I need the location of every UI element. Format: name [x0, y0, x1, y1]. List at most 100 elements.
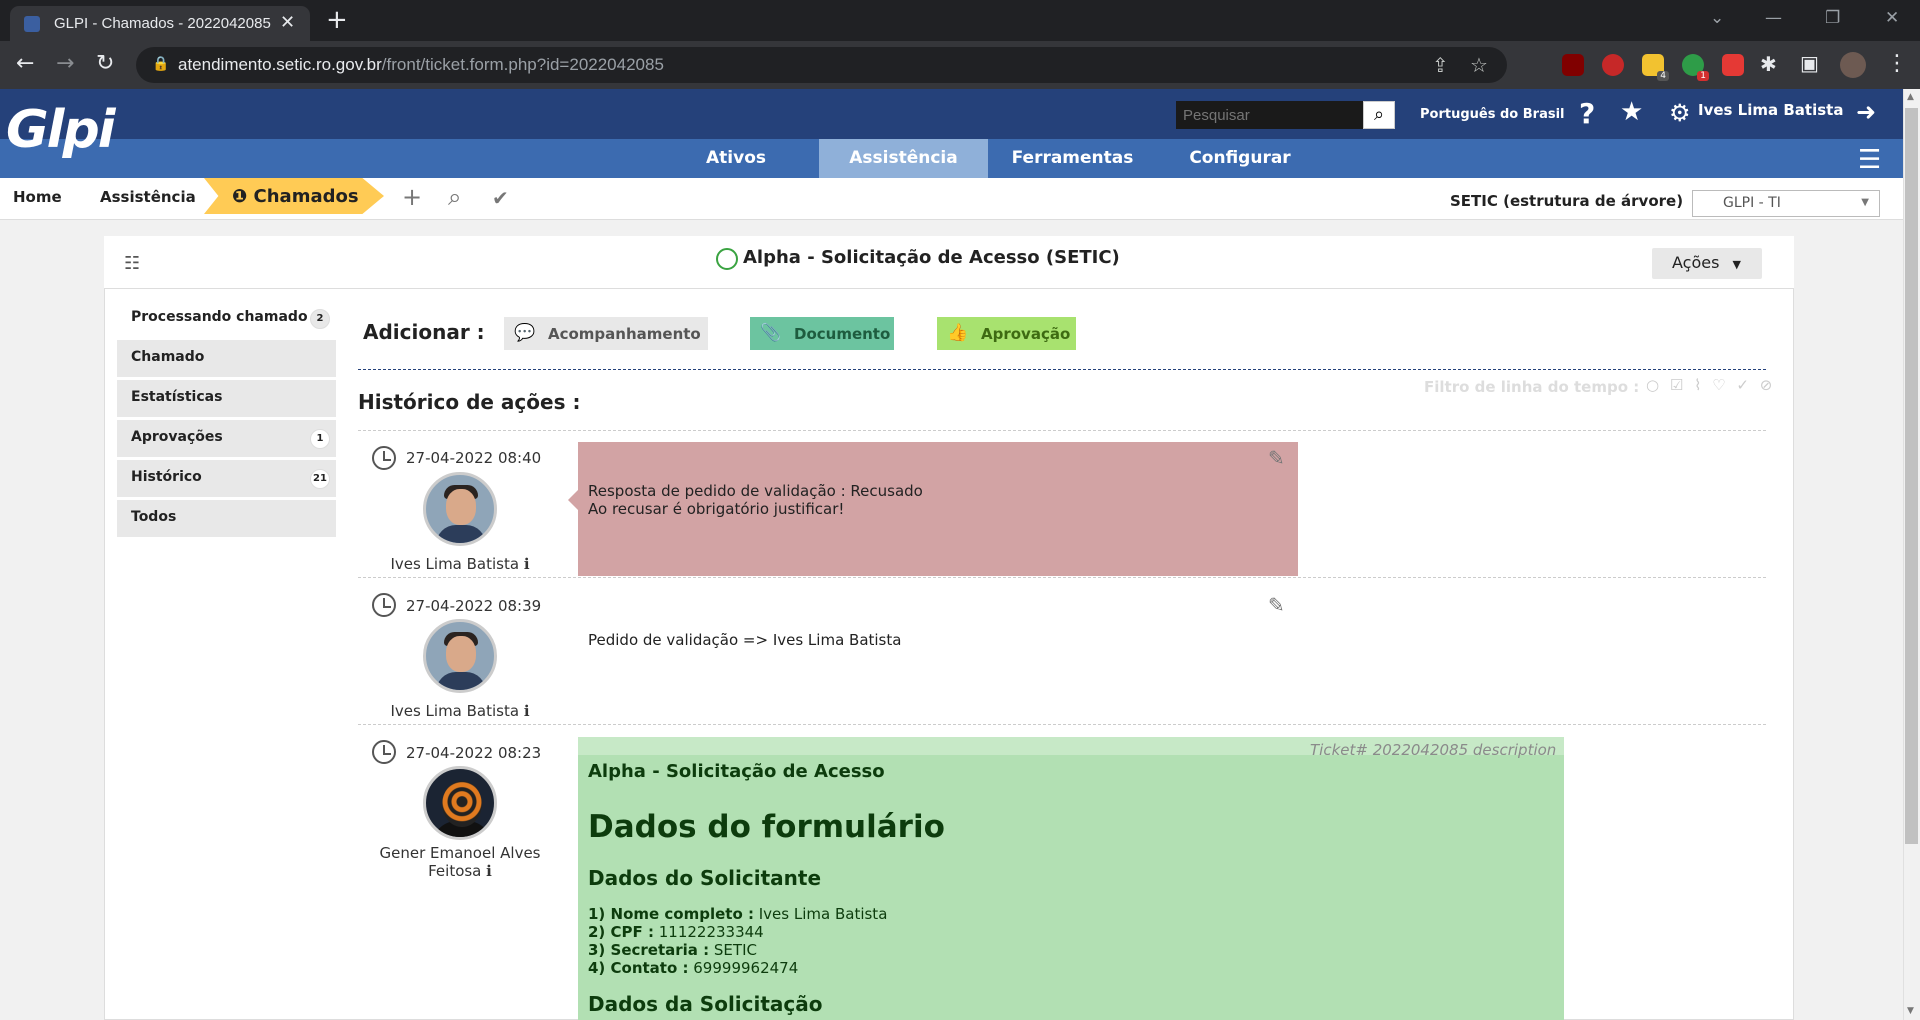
profile-avatar[interactable] — [1840, 52, 1866, 78]
add-approval-button[interactable]: 👍 Aprovação — [937, 317, 1076, 350]
logout-icon[interactable]: ➜ — [1856, 98, 1876, 126]
entry-author: Ives Lima Batista ℹ — [390, 702, 530, 720]
form-field: 3) Secretaria : SETIC — [588, 941, 757, 959]
address-bar[interactable]: 🔒 atendimento.setic.ro.gov.br/front/tick… — [136, 47, 1507, 83]
minimize-window-button[interactable]: — — [1765, 8, 1782, 28]
row-separator — [358, 577, 1766, 578]
clock-icon — [372, 593, 396, 617]
entry-text: Pedido de validação => Ives Lima Batista — [588, 631, 902, 649]
avatar — [423, 619, 497, 693]
add-followup-button[interactable]: 💬 Acompanhamento — [504, 317, 708, 350]
tab-search-chevron-icon[interactable]: ⌄ — [1710, 8, 1724, 28]
global-search-input[interactable] — [1176, 101, 1363, 129]
tab-chamado[interactable]: Chamado — [117, 340, 336, 377]
edit-icon[interactable]: ✎ — [1268, 446, 1285, 470]
row-separator — [358, 724, 1766, 725]
edit-icon[interactable]: ✎ — [1268, 593, 1285, 617]
add-document-button[interactable]: 📎 Documento — [750, 317, 894, 350]
info-circle-icon: ❶ — [232, 186, 248, 207]
glpi-favicon-icon — [24, 16, 40, 32]
share-icon[interactable]: ⇪ — [1432, 53, 1449, 77]
close-tab-icon[interactable]: ✕ — [280, 12, 295, 33]
timeline-filter-icons[interactable]: ○ ☑ ⌇ ♡ ✓ ⊘ — [1646, 376, 1775, 394]
breadcrumb-assistencia[interactable]: Assistência — [100, 188, 196, 206]
language-selector[interactable]: Português do Brasil — [1420, 107, 1565, 122]
speech-bubble-icon: 💬 — [514, 323, 536, 343]
description-heading: Alpha - Solicitação de Acesso — [588, 761, 885, 782]
new-tab-button[interactable]: + — [326, 5, 348, 35]
menu-configurar[interactable]: Configurar — [1180, 139, 1300, 178]
history-title: Histórico de ações : — [358, 390, 581, 414]
clock-icon — [372, 740, 396, 764]
info-icon[interactable]: ℹ — [486, 862, 492, 880]
lock-icon: 🔒 — [152, 56, 170, 72]
glpi-logo[interactable]: Glpi — [6, 100, 116, 160]
add-label: Adicionar : — [363, 320, 485, 344]
description-reference: Ticket# 2022042085 description — [1310, 741, 1557, 759]
extension-badge: 1 — [1697, 71, 1709, 81]
tab-title: GLPI - Chamados - 2022042085 — [54, 15, 271, 32]
tab-historico[interactable]: Histórico 21 — [117, 460, 336, 497]
count-badge: 1 — [310, 429, 330, 449]
help-icon[interactable]: ? — [1579, 97, 1595, 130]
extensions-puzzle-icon[interactable]: ✱ — [1760, 52, 1777, 76]
count-badge: 2 — [310, 309, 330, 329]
breadcrumb-chamados[interactable]: ❶ Chamados — [232, 186, 359, 207]
user-menu[interactable]: Ives Lima Batista — [1698, 101, 1843, 119]
add-ticket-icon[interactable]: + — [402, 183, 422, 211]
entity-select[interactable]: GLPI - TI ▼ — [1692, 190, 1880, 217]
tab-aprovacoes[interactable]: Aprovações 1 — [117, 420, 336, 457]
menu-ativos[interactable]: Ativos — [686, 139, 786, 178]
tab-processando-chamado[interactable]: Processando chamado 2 — [117, 300, 336, 337]
list-toggle-icon[interactable]: ☷ — [124, 253, 140, 274]
bookmark-star-icon[interactable]: ☆ — [1470, 53, 1488, 77]
search-button[interactable]: ⌕ — [1363, 101, 1395, 129]
info-icon[interactable]: ℹ — [524, 555, 530, 573]
favorites-star-icon[interactable]: ★ — [1620, 97, 1643, 127]
tab-todos[interactable]: Todos — [117, 500, 336, 537]
menu-assistencia[interactable]: Assistência — [819, 139, 988, 178]
count-badge: 21 — [310, 469, 330, 489]
section-title: Dados da Solicitação — [588, 992, 823, 1016]
actions-button[interactable]: Ações ▼ — [1652, 248, 1762, 279]
menu-ferramentas[interactable]: Ferramentas — [1000, 139, 1145, 178]
scroll-down-arrow-icon[interactable]: ▼ — [1907, 1006, 1914, 1016]
preferences-gear-icon[interactable]: ⚙ — [1669, 99, 1691, 127]
form-field: 1) Nome completo : Ives Lima Batista — [588, 905, 888, 923]
blocker-extension-icon[interactable] — [1602, 54, 1624, 76]
red-extension-icon[interactable] — [1722, 54, 1744, 76]
hamburger-menu-icon[interactable]: ☰ — [1858, 145, 1881, 175]
entry-time: 27-04-2022 08:40 — [406, 449, 542, 467]
thumbs-up-icon: 👍 — [947, 323, 969, 343]
entry-author: Gener Emanoel Alves Feitosa ℹ — [379, 844, 541, 880]
notes-extension-icon[interactable]: 4 — [1642, 54, 1669, 81]
close-window-button[interactable]: ✕ — [1885, 8, 1899, 28]
entity-label: SETIC (estrutura de árvore) — [1450, 192, 1684, 210]
entry-time: 27-04-2022 08:23 — [406, 744, 542, 762]
reload-button[interactable]: ↻ — [96, 51, 114, 76]
scroll-up-arrow-icon[interactable]: ▲ — [1907, 92, 1914, 102]
avatar — [423, 472, 497, 546]
saved-searches-icon[interactable]: ✔ — [492, 186, 509, 210]
glpi-top-bar — [0, 89, 1903, 139]
green-extension-icon[interactable]: 1 — [1682, 54, 1709, 81]
back-button[interactable]: ← — [16, 51, 34, 76]
side-panel-icon[interactable]: ▣ — [1800, 51, 1819, 75]
browser-menu-icon[interactable]: ⋮ — [1886, 51, 1908, 76]
section-title: Dados do Solicitante — [588, 866, 822, 890]
scrollbar-thumb[interactable] — [1905, 108, 1918, 844]
forward-button[interactable]: → — [56, 51, 74, 76]
restore-window-button[interactable]: ❐ — [1825, 8, 1840, 28]
search-tickets-icon[interactable]: ⌕ — [448, 183, 461, 211]
browser-tab[interactable]: GLPI - Chamados - 2022042085 ✕ — [10, 6, 310, 41]
extension-badge: 4 — [1657, 71, 1669, 81]
tab-estatisticas[interactable]: Estatísticas — [117, 380, 336, 417]
info-icon[interactable]: ℹ — [524, 702, 530, 720]
entry-text: Ao recusar é obrigatório justificar! — [588, 500, 845, 518]
row-separator — [358, 430, 1766, 431]
ublock-extension-icon[interactable] — [1562, 54, 1584, 76]
clock-icon — [372, 446, 396, 470]
form-field: 4) Contato : 69999962474 — [588, 959, 799, 977]
refused-validation-bubble: Resposta de pedido de validação : Recusa… — [568, 442, 1298, 576]
breadcrumb-home[interactable]: Home — [13, 188, 62, 206]
